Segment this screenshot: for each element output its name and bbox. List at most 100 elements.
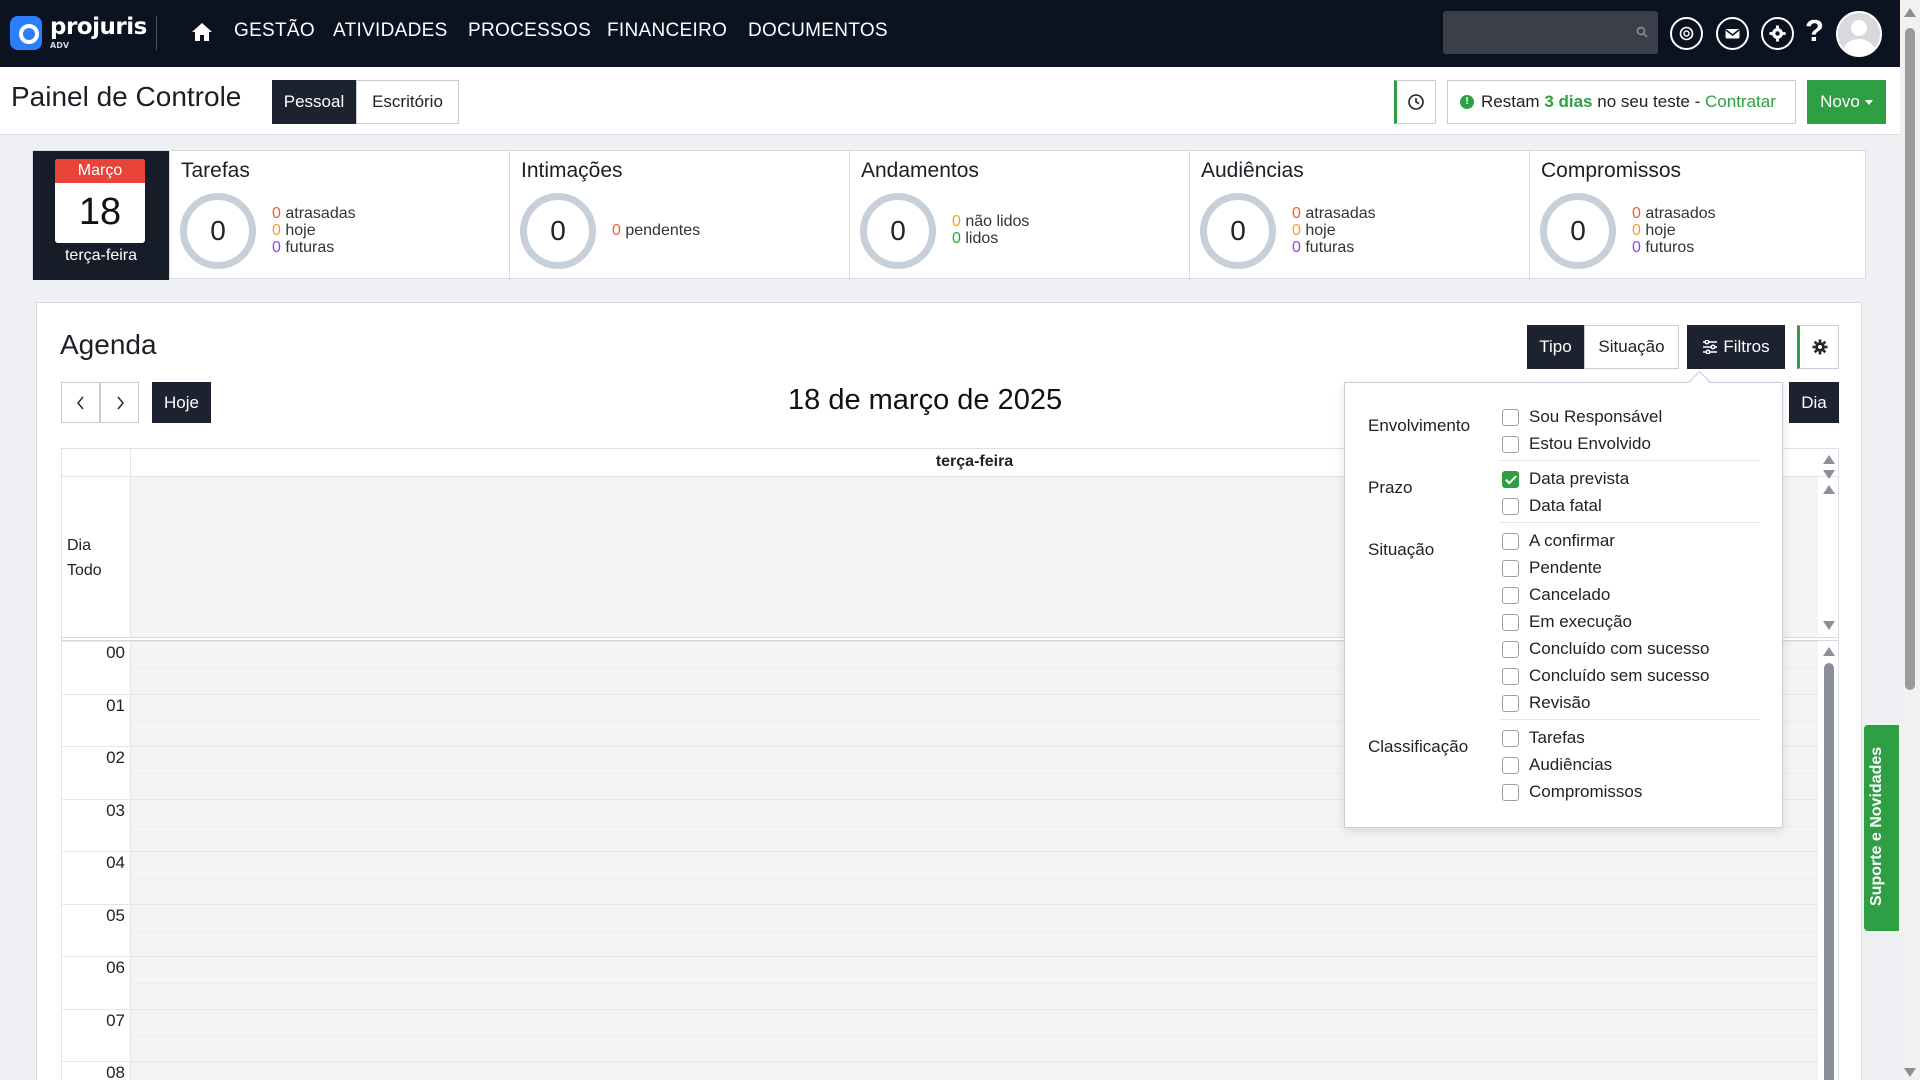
count-futuros: 0: [1632, 239, 1641, 256]
home-icon[interactable]: [190, 20, 214, 44]
time-slot[interactable]: [130, 956, 1818, 1009]
view-day-button[interactable]: Dia: [1789, 382, 1839, 423]
checkbox[interactable]: [1502, 497, 1519, 515]
checkbox[interactable]: [1502, 408, 1519, 426]
situacao-button[interactable]: Situação: [1584, 325, 1679, 369]
agenda-settings-button[interactable]: [1797, 325, 1839, 369]
filtros-button[interactable]: Filtros: [1687, 325, 1785, 369]
tipo-button[interactable]: Tipo: [1527, 325, 1584, 369]
agenda-title: Agenda: [60, 329, 157, 360]
stat-audiencias[interactable]: Audiências 0 0 atrasadas 0 hoje 0 futura…: [1189, 151, 1529, 280]
count-futuras: 0: [272, 239, 281, 256]
stat-andamentos[interactable]: Andamentos 0 0 não lidos 0 lidos: [849, 151, 1189, 280]
page-scrollbar[interactable]: [1900, 0, 1920, 1080]
count-atrasadas: 0: [1292, 205, 1301, 222]
filter-em-execucao[interactable]: Em execução: [1502, 611, 1632, 633]
checkbox[interactable]: [1502, 783, 1519, 801]
scroll-up-icon[interactable]: [1823, 647, 1835, 656]
history-button[interactable]: [1394, 80, 1436, 124]
settings-gear-icon[interactable]: [1761, 17, 1794, 50]
time-slot[interactable]: [130, 1061, 1818, 1080]
checkbox[interactable]: [1502, 532, 1519, 550]
allday-label-line1: Dia: [67, 537, 92, 554]
filter-data-fatal[interactable]: Data fatal: [1502, 495, 1602, 517]
stat-breakdown: 0 atrasadas 0 hoje 0 futuras: [272, 205, 356, 256]
count-pendentes: 0: [612, 222, 621, 239]
filter-revisao[interactable]: Revisão: [1502, 692, 1590, 714]
search-icon[interactable]: [1636, 26, 1648, 38]
filter-cancelado[interactable]: Cancelado: [1502, 584, 1610, 606]
new-button[interactable]: Novo: [1807, 80, 1886, 124]
filter-pendente[interactable]: Pendente: [1502, 557, 1602, 579]
checkbox[interactable]: [1502, 640, 1519, 658]
checkbox[interactable]: [1502, 729, 1519, 747]
date-day: 18: [78, 191, 122, 233]
today-button[interactable]: Hoje: [152, 382, 211, 423]
search-input[interactable]: [1443, 11, 1658, 54]
stat-tarefas[interactable]: Tarefas 0 0 atrasadas 0 hoje 0 futuras: [169, 151, 509, 280]
allday-scrollbar[interactable]: [1820, 449, 1838, 637]
option-label: Compromissos: [1529, 782, 1643, 801]
label-hoje: hoje: [285, 222, 316, 239]
brand-name[interactable]: projuris: [50, 14, 147, 40]
stat-compromissos[interactable]: Compromissos 0 0 atrasados 0 hoje 0 futu…: [1529, 151, 1867, 280]
checkbox[interactable]: [1502, 667, 1519, 685]
hour-row: 04: [62, 851, 1818, 904]
tab-escritorio[interactable]: Escritório: [356, 80, 459, 124]
option-label: Audiências: [1529, 755, 1613, 774]
checkbox[interactable]: [1502, 559, 1519, 577]
prev-day-button[interactable]: [61, 382, 100, 423]
user-avatar[interactable]: [1836, 11, 1882, 57]
checkbox[interactable]: [1502, 613, 1519, 631]
scroll-up-icon[interactable]: [1823, 455, 1835, 464]
scroll-down-icon[interactable]: [1904, 1068, 1916, 1077]
hour-label: 06: [106, 958, 125, 977]
checkbox[interactable]: [1502, 756, 1519, 774]
nav-financeiro[interactable]: FINANCEIRO: [607, 20, 727, 42]
help-icon[interactable]: ?: [1805, 13, 1824, 49]
hour-label: 07: [106, 1010, 125, 1030]
filter-a-confirmar[interactable]: A confirmar: [1502, 530, 1615, 552]
scroll-down-icon[interactable]: [1823, 621, 1835, 630]
filter-data-prevista[interactable]: Data prevista: [1502, 468, 1629, 490]
nav-atividades[interactable]: ATIVIDADES: [333, 20, 448, 42]
label-futuras: futuras: [1305, 239, 1355, 256]
checkbox[interactable]: [1502, 694, 1519, 712]
trial-middle: no seu teste: [1597, 92, 1690, 111]
checkbox[interactable]: [1502, 435, 1519, 453]
trial-days: 3 dias: [1544, 92, 1593, 111]
scroll-up-icon[interactable]: [1823, 485, 1835, 494]
filter-audiencias[interactable]: Audiências: [1502, 754, 1612, 776]
hours-scrollbar[interactable]: [1820, 641, 1838, 1080]
date-weekday: terça-feira: [64, 247, 138, 264]
ai-assistant-icon[interactable]: [1670, 17, 1703, 50]
filter-sou-responsavel[interactable]: Sou Responsável: [1502, 406, 1662, 428]
projuris-logo-icon[interactable]: [10, 16, 42, 50]
checkbox-checked[interactable]: [1502, 470, 1519, 488]
filter-section-envolvimento: Envolvimento: [1368, 416, 1471, 435]
filter-tarefas[interactable]: Tarefas: [1502, 727, 1585, 749]
time-slot[interactable]: [130, 903, 1818, 956]
checkbox[interactable]: [1502, 586, 1519, 604]
summary-stats: Março 18 terça-feira Tarefas 0 0 atrasad…: [32, 150, 1867, 280]
nav-gestao[interactable]: GESTÃO: [234, 20, 315, 42]
clock-icon: [1408, 94, 1424, 110]
page-scroll-thumb[interactable]: [1905, 28, 1915, 690]
nav-processos[interactable]: PROCESSOS: [468, 20, 591, 42]
tab-pessoal[interactable]: Pessoal: [272, 80, 356, 124]
scroll-thumb[interactable]: [1824, 663, 1834, 1080]
support-tab-label[interactable]: Suporte e Novidades: [1868, 706, 1886, 906]
mail-icon[interactable]: [1716, 17, 1749, 50]
next-day-button[interactable]: [100, 382, 139, 423]
filter-concluido-com-sucesso[interactable]: Concluído com sucesso: [1502, 638, 1709, 660]
filter-concluido-sem-sucesso[interactable]: Concluído sem sucesso: [1502, 665, 1709, 687]
time-slot[interactable]: [130, 1008, 1818, 1061]
contratar-link[interactable]: Contratar: [1705, 92, 1776, 112]
stat-intimacoes[interactable]: Intimações 0 0 pendentes: [509, 151, 849, 280]
nav-documentos[interactable]: DOCUMENTOS: [748, 20, 888, 42]
time-slot[interactable]: [130, 851, 1818, 904]
filter-compromissos[interactable]: Compromissos: [1502, 781, 1642, 803]
scroll-down-icon[interactable]: [1823, 470, 1835, 479]
scroll-up-icon[interactable]: [1904, 8, 1916, 17]
filter-estou-envolvido[interactable]: Estou Envolvido: [1502, 433, 1651, 455]
